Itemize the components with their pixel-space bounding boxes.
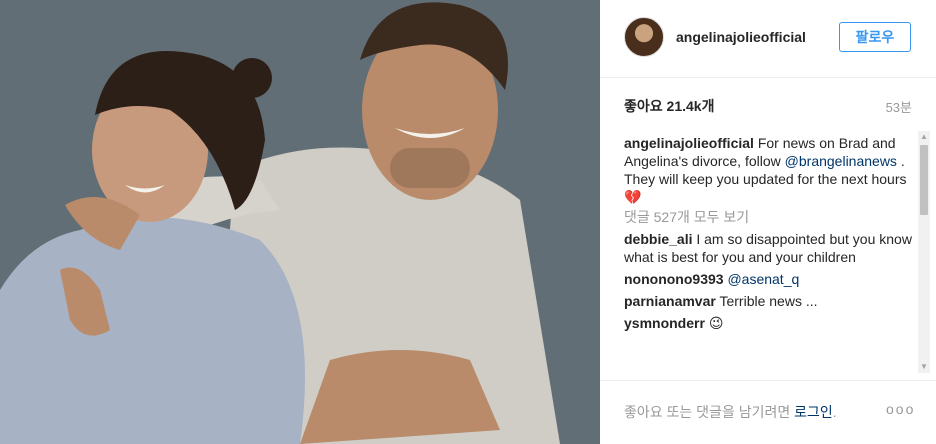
post-photo[interactable] xyxy=(0,0,600,444)
post-side-panel: angelinajolieofficial 팔로우 좋아요 21.4k개 53분… xyxy=(600,0,936,444)
scrollbar-thumb[interactable] xyxy=(920,145,928,215)
likes-count[interactable]: 좋아요 21.4k개 xyxy=(624,96,714,116)
caption-username[interactable]: angelinajolieofficial xyxy=(624,135,754,151)
comment-username[interactable]: parnianamvar xyxy=(624,293,716,309)
more-options-icon[interactable]: ooo xyxy=(886,401,915,417)
login-prompt: 좋아요 또는 댓글을 남기려면 로그인. xyxy=(624,402,837,422)
login-prompt-prefix: 좋아요 또는 댓글을 남기려면 xyxy=(624,404,791,420)
comment-username[interactable]: debbie_ali xyxy=(624,231,692,247)
broken-heart-icon: 💔 xyxy=(624,189,642,205)
view-all-comments-link[interactable]: 댓글 527개 모두 보기 xyxy=(624,208,912,226)
follow-button[interactable]: 팔로우 xyxy=(839,22,911,52)
avatar[interactable] xyxy=(624,17,664,57)
comments-list: angelinajolieofficial For news on Brad a… xyxy=(624,134,912,374)
comment-mention[interactable]: @asenat_q xyxy=(727,271,799,287)
post-footer: 좋아요 또는 댓글을 남기려면 로그인. ooo xyxy=(600,380,936,444)
comment-username[interactable]: nononono9393 xyxy=(624,271,724,287)
wink-emoji-icon: 😉 xyxy=(708,315,724,331)
likes-row: 좋아요 21.4k개 53분 xyxy=(624,96,912,116)
post-username[interactable]: angelinajolieofficial xyxy=(676,29,806,45)
caption-mention[interactable]: @brangelinanews xyxy=(785,153,897,169)
photo-illustration xyxy=(0,0,600,444)
comment-item: debbie_ali I am so disappointed but you … xyxy=(624,230,912,266)
scroll-down-arrow-icon[interactable]: ▼ xyxy=(918,361,930,373)
comments-scrollbar[interactable]: ▲ ▼ xyxy=(918,131,930,373)
post-timestamp[interactable]: 53분 xyxy=(886,97,912,116)
comment-item: parnianamvar Terrible news ... xyxy=(624,292,912,310)
login-prompt-suffix: . xyxy=(832,404,837,420)
scroll-up-arrow-icon[interactable]: ▲ xyxy=(918,131,930,143)
caption: angelinajolieofficial For news on Brad a… xyxy=(624,134,912,206)
post-header: angelinajolieofficial 팔로우 xyxy=(600,0,936,78)
comment-text: Terrible news ... xyxy=(719,293,818,309)
login-link[interactable]: 로그인 xyxy=(794,404,833,420)
comment-username[interactable]: ysmnonderr xyxy=(624,315,705,331)
comment-item: ysmnonderr 😉 xyxy=(624,314,912,332)
comment-item: nononono9393 @asenat_q xyxy=(624,270,912,288)
